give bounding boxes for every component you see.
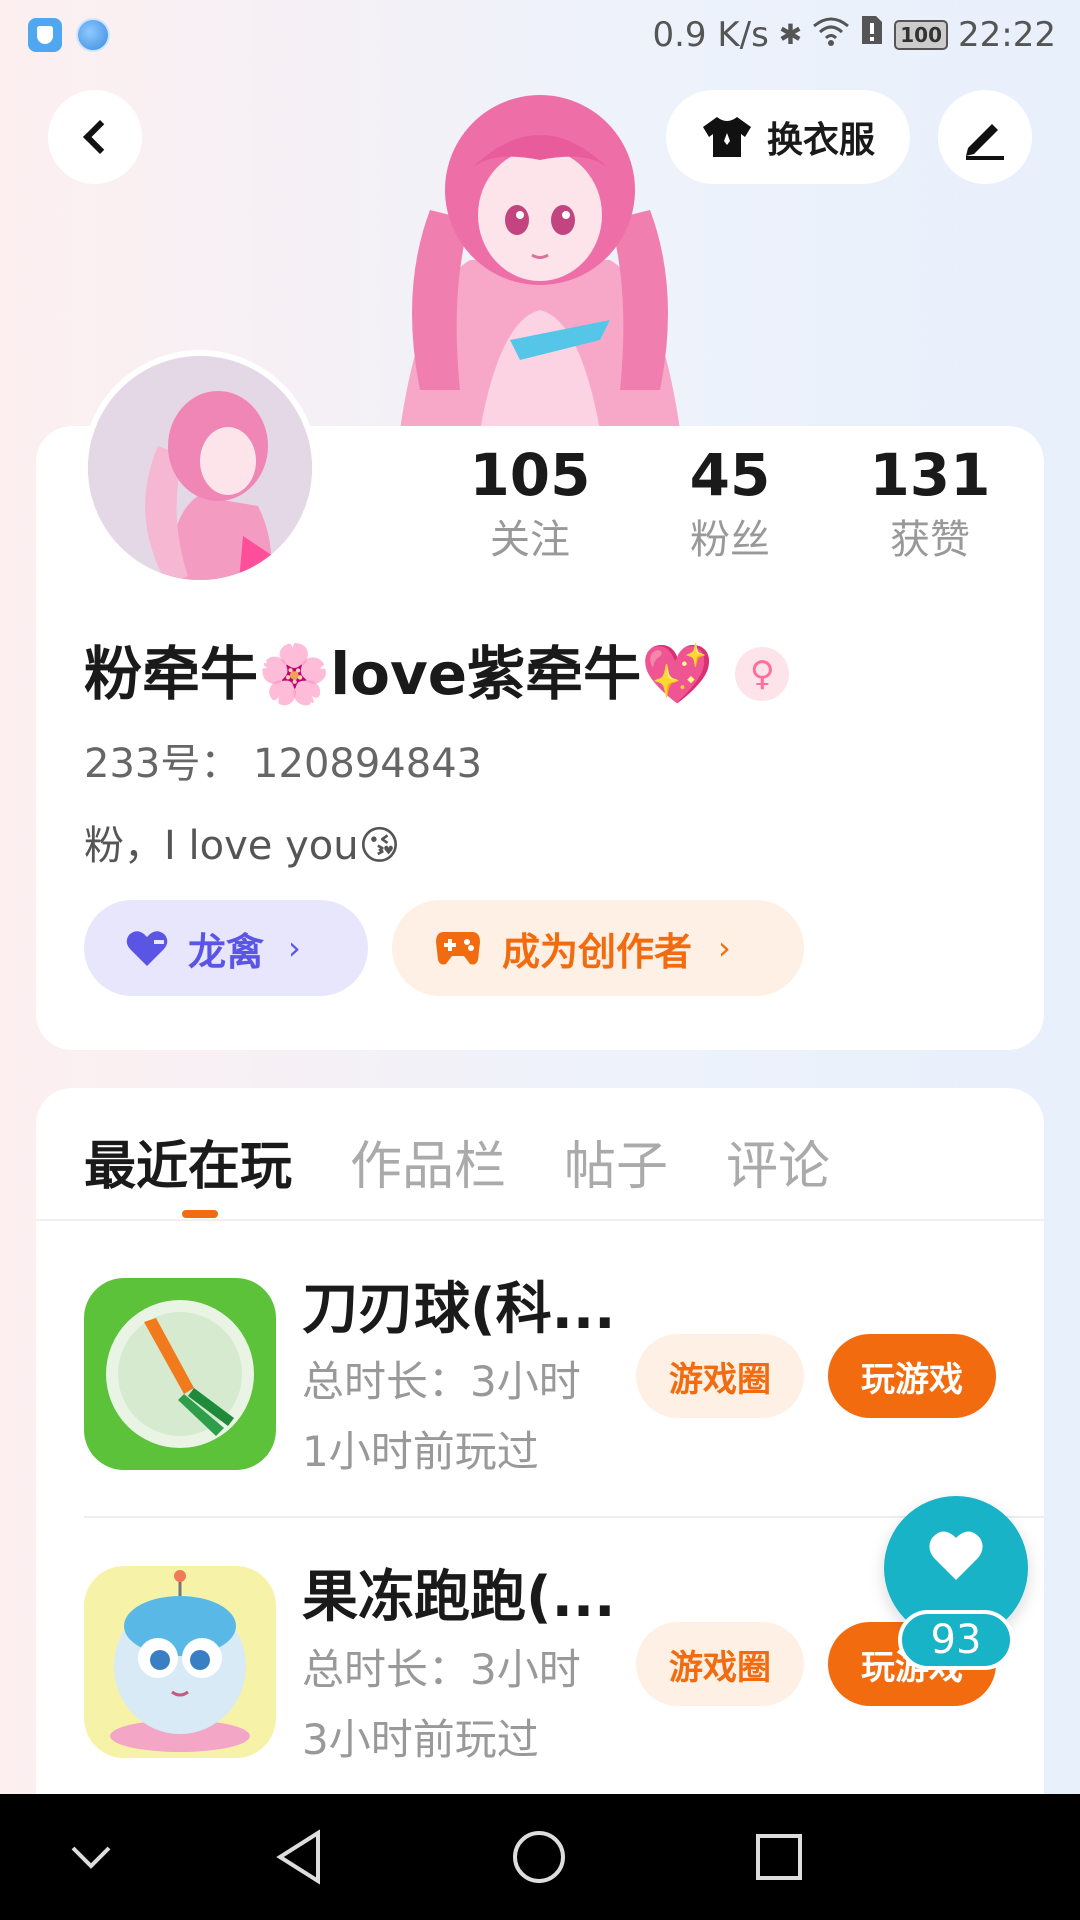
shield-app-icon — [28, 18, 62, 52]
nickname: 粉牵牛🌸love紫牵牛💖 — [84, 640, 714, 708]
stat-value: 105 — [469, 441, 591, 509]
avatar[interactable] — [82, 350, 318, 586]
game-title: 刀刃球(科... — [302, 1277, 616, 1342]
become-creator-chip[interactable]: 成为创作者 › — [392, 900, 804, 996]
chevron-right-icon: › — [718, 929, 731, 967]
chevron-down-icon[interactable] — [58, 1824, 124, 1890]
play-game-button[interactable]: 玩游戏 — [828, 1334, 996, 1418]
stat-likes[interactable]: 131 获赞 — [830, 440, 1030, 580]
bluetooth-icon: ✱ — [778, 18, 803, 51]
divider — [84, 1516, 1044, 1518]
become-creator-label: 成为创作者 — [502, 929, 693, 974]
game-circle-button[interactable]: 游戏圈 — [636, 1622, 804, 1706]
wifi-icon — [812, 15, 850, 55]
active-tab-indicator — [182, 1210, 218, 1218]
gamepad-icon — [436, 932, 480, 965]
female-gender-icon: ♀ — [735, 647, 790, 701]
back-triangle-icon[interactable] — [266, 1824, 332, 1890]
stat-label: 获赞 — [890, 517, 970, 563]
net-speed: 0.9 K/s — [652, 14, 769, 55]
list-item[interactable]: 刀刃球(科... 总时长：3小时 1小时前玩过 游戏圈 玩游戏 — [84, 1272, 1044, 1512]
clock: 22:22 — [958, 14, 1056, 55]
like-count: 93 — [898, 1610, 1014, 1670]
stat-following[interactable]: 105 关注 — [430, 440, 630, 580]
game-last-played: 3小时前玩过 — [302, 1715, 539, 1764]
change-outfit-button[interactable]: 换衣服 — [666, 90, 910, 184]
tshirt-icon — [702, 117, 751, 157]
edit-profile-button[interactable] — [938, 90, 1032, 184]
chevron-right-icon: › — [288, 929, 301, 967]
game-duration: 总时长：3小时 — [302, 1645, 581, 1694]
stat-value: 131 — [869, 441, 991, 509]
recents-square-icon[interactable] — [746, 1824, 812, 1890]
nickname-row: 粉牵牛🌸love紫牵牛💖 ♀ — [84, 636, 790, 712]
stat-label: 关注 — [490, 517, 570, 563]
tab-bar: 最近在玩 作品栏 帖子 评论 — [84, 1122, 888, 1212]
globe-app-icon — [76, 18, 110, 52]
heart-icon — [929, 1531, 983, 1580]
tab-comments[interactable]: 评论 — [726, 1132, 830, 1202]
tab-works[interactable]: 作品栏 — [350, 1132, 506, 1202]
status-bar: 0.9 K/s ✱ 100 22:22 — [0, 0, 1080, 76]
user-id: 233号： 120894843 — [84, 741, 483, 787]
game-icon-jelly-run — [84, 1566, 276, 1758]
home-circle-icon[interactable] — [506, 1824, 572, 1890]
profile-stats: 105 关注 45 粉丝 131 获赞 — [430, 440, 1030, 580]
sim-alert-icon — [860, 14, 884, 55]
tab-recently-played[interactable]: 最近在玩 — [84, 1132, 292, 1202]
stat-value: 45 — [689, 441, 771, 509]
bio: 粉，I love you😘 — [84, 823, 401, 869]
game-icon-blade-ball — [84, 1278, 276, 1470]
game-circle-button[interactable]: 游戏圈 — [636, 1334, 804, 1418]
game-last-played: 1小时前玩过 — [302, 1427, 539, 1476]
back-button[interactable] — [48, 90, 142, 184]
stat-followers[interactable]: 45 粉丝 — [630, 440, 830, 580]
system-nav-bar — [0, 1794, 1080, 1920]
game-duration: 总时长：3小时 — [302, 1357, 581, 1406]
guild-label: 龙禽 — [188, 929, 265, 974]
heart-badge-icon — [126, 931, 168, 966]
tab-posts[interactable]: 帖子 — [564, 1132, 668, 1202]
pencil-icon — [966, 124, 1004, 160]
guild-chip[interactable]: 龙禽 › — [84, 900, 368, 996]
game-title: 果冻跑跑(... — [302, 1565, 616, 1630]
change-outfit-label: 换衣服 — [766, 120, 875, 161]
divider — [36, 1219, 1044, 1221]
battery-icon: 100 — [894, 19, 949, 50]
stat-label: 粉丝 — [690, 517, 770, 563]
chevron-left-icon — [83, 120, 117, 154]
